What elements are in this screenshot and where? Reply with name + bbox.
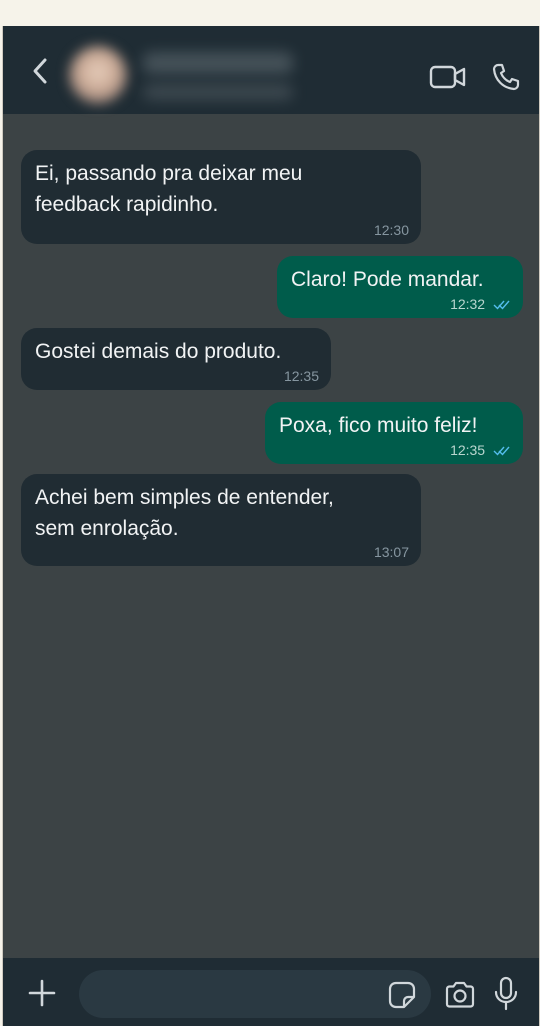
message-meta: 12:35 — [450, 442, 511, 458]
message-outgoing[interactable]: Claro! Pode mandar. 12:32 — [277, 256, 523, 318]
sticker-icon — [388, 981, 416, 1009]
video-call-button[interactable] — [429, 64, 467, 90]
chat-header — [3, 26, 539, 114]
chat-screen: Ei, passando pra deixar meu feedback rap… — [2, 26, 540, 1026]
message-text-line: Gostei demais do produto. — [35, 340, 282, 363]
message-text-line: Achei bem simples de entender, — [35, 486, 334, 509]
microphone-icon — [494, 976, 518, 1011]
voice-call-button[interactable] — [491, 62, 521, 92]
phone-icon — [492, 63, 520, 91]
microphone-button[interactable] — [493, 976, 519, 1012]
message-incoming[interactable]: Ei, passando pra deixar meu feedback rap… — [21, 150, 421, 244]
message-text-line: Ei, passando pra deixar meu — [35, 162, 303, 185]
message-time: 12:35 — [450, 442, 486, 458]
contact-name-redacted[interactable] — [143, 52, 293, 74]
message-incoming[interactable]: Achei bem simples de entender, sem enrol… — [21, 474, 421, 566]
camera-icon — [445, 981, 475, 1008]
message-outgoing[interactable]: Poxa, fico muito feliz! 12:35 — [265, 402, 523, 464]
message-time: 12:35 — [283, 368, 319, 384]
composer-bar — [3, 958, 539, 1026]
plus-icon — [28, 979, 56, 1007]
sticker-button[interactable] — [387, 980, 417, 1010]
chevron-left-icon — [33, 58, 47, 84]
contact-status-redacted — [143, 84, 293, 100]
attach-button[interactable] — [27, 978, 57, 1008]
message-time: 12:32 — [450, 296, 486, 312]
message-list[interactable]: Ei, passando pra deixar meu feedback rap… — [3, 114, 539, 958]
camera-button[interactable] — [443, 980, 477, 1010]
avatar[interactable] — [69, 46, 127, 104]
double-check-icon — [493, 300, 510, 310]
message-text-line: feedback rapidinho. — [35, 193, 219, 216]
back-button[interactable] — [25, 56, 55, 86]
message-text-line: Claro! Pode mandar. — [291, 268, 484, 291]
message-incoming[interactable]: Gostei demais do produto. 12:35 — [21, 328, 331, 390]
video-camera-icon — [429, 65, 466, 89]
message-time: 13:07 — [373, 544, 409, 560]
message-text-line: sem enrolação. — [35, 517, 179, 540]
message-input[interactable] — [79, 970, 431, 1018]
message-meta: 12:32 — [450, 296, 511, 312]
message-text-line: Poxa, fico muito feliz! — [279, 414, 478, 437]
double-check-icon — [493, 446, 510, 456]
message-time: 12:30 — [373, 222, 409, 238]
